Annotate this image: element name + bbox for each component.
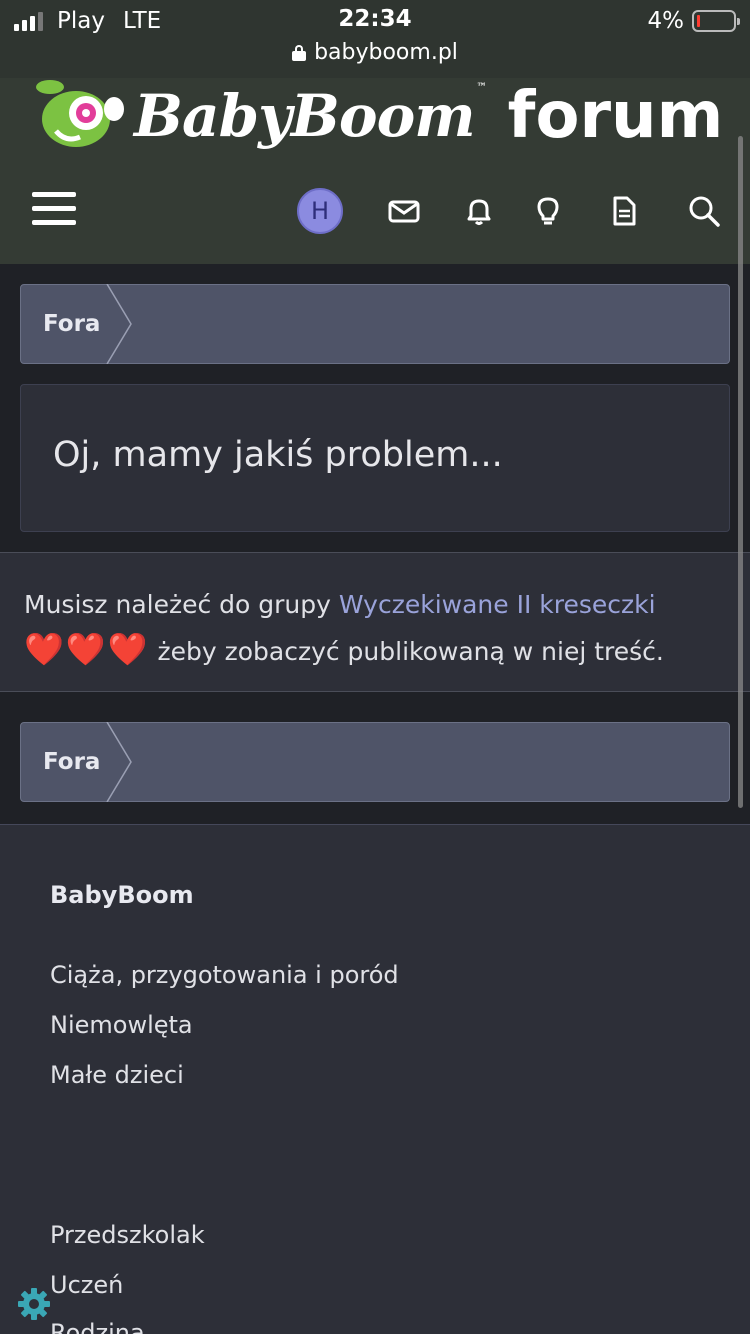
breadcrumb-separator-icon bbox=[106, 722, 132, 802]
battery-percent: 4% bbox=[647, 8, 685, 34]
bell-icon[interactable] bbox=[462, 194, 496, 228]
mascot-icon bbox=[36, 80, 124, 147]
document-icon[interactable] bbox=[607, 194, 641, 228]
notice-text: Musisz należeć do grupy bbox=[24, 590, 339, 619]
error-block: Oj, mamy jakiś problem... bbox=[20, 384, 730, 532]
footer-link[interactable]: Rodzina bbox=[50, 1319, 145, 1334]
scrollbar[interactable] bbox=[738, 136, 743, 808]
breadcrumb-bottom: Fora bbox=[20, 722, 730, 802]
error-title: Oj, mamy jakiś problem... bbox=[53, 435, 503, 475]
footer-link[interactable]: Uczeń bbox=[50, 1271, 123, 1299]
footer-link[interactable]: Małe dzieci bbox=[50, 1061, 184, 1089]
group-link[interactable]: Wyczekiwane II kreseczki bbox=[339, 590, 656, 619]
main-content: Fora Oj, mamy jakiś problem... Musisz na… bbox=[0, 264, 750, 824]
logo-forum-text: forum bbox=[507, 79, 724, 153]
menu-icon[interactable] bbox=[32, 192, 76, 228]
site-logo[interactable]: BabyBoom ™ forum bbox=[36, 78, 723, 154]
user-avatar[interactable]: H bbox=[297, 188, 343, 234]
footer-heading: BabyBoom bbox=[50, 881, 194, 909]
mail-icon[interactable] bbox=[387, 194, 421, 228]
clock: 22:34 bbox=[338, 6, 412, 32]
notice-text-after: żeby zobaczyć publikowaną w niej treść. bbox=[149, 637, 664, 666]
breadcrumb-top: Fora bbox=[20, 284, 730, 364]
status-right: 4% bbox=[647, 6, 740, 36]
nav-toolbar: H bbox=[0, 178, 750, 244]
footer-link[interactable]: Niemowlęta bbox=[50, 1011, 193, 1039]
search-icon[interactable] bbox=[687, 194, 721, 228]
hearts-emoji: ❤️❤️❤️ bbox=[24, 630, 150, 668]
breadcrumb-separator-icon bbox=[106, 284, 132, 364]
battery-icon bbox=[692, 10, 740, 32]
access-notice: Musisz należeć do grupy Wyczekiwane II k… bbox=[0, 552, 750, 692]
lock-icon bbox=[292, 44, 307, 61]
footer-link[interactable]: Ciąża, przygotowania i poród bbox=[50, 961, 399, 989]
footer-link[interactable]: Przedszkolak bbox=[50, 1221, 205, 1249]
settings-gear-icon[interactable] bbox=[16, 1286, 52, 1322]
status-bar: Play LTE 22:34 4% babyboom.pl bbox=[0, 0, 750, 78]
lightbulb-icon[interactable] bbox=[531, 194, 565, 228]
site-header: BabyBoom ™ forum H bbox=[0, 78, 750, 264]
site-footer: BabyBoom Ciąża, przygotowania i poród Ni… bbox=[0, 824, 750, 1334]
url-bar[interactable]: babyboom.pl bbox=[0, 40, 750, 65]
url-text: babyboom.pl bbox=[314, 40, 458, 65]
logo-text: BabyBoom ™ bbox=[134, 82, 487, 150]
